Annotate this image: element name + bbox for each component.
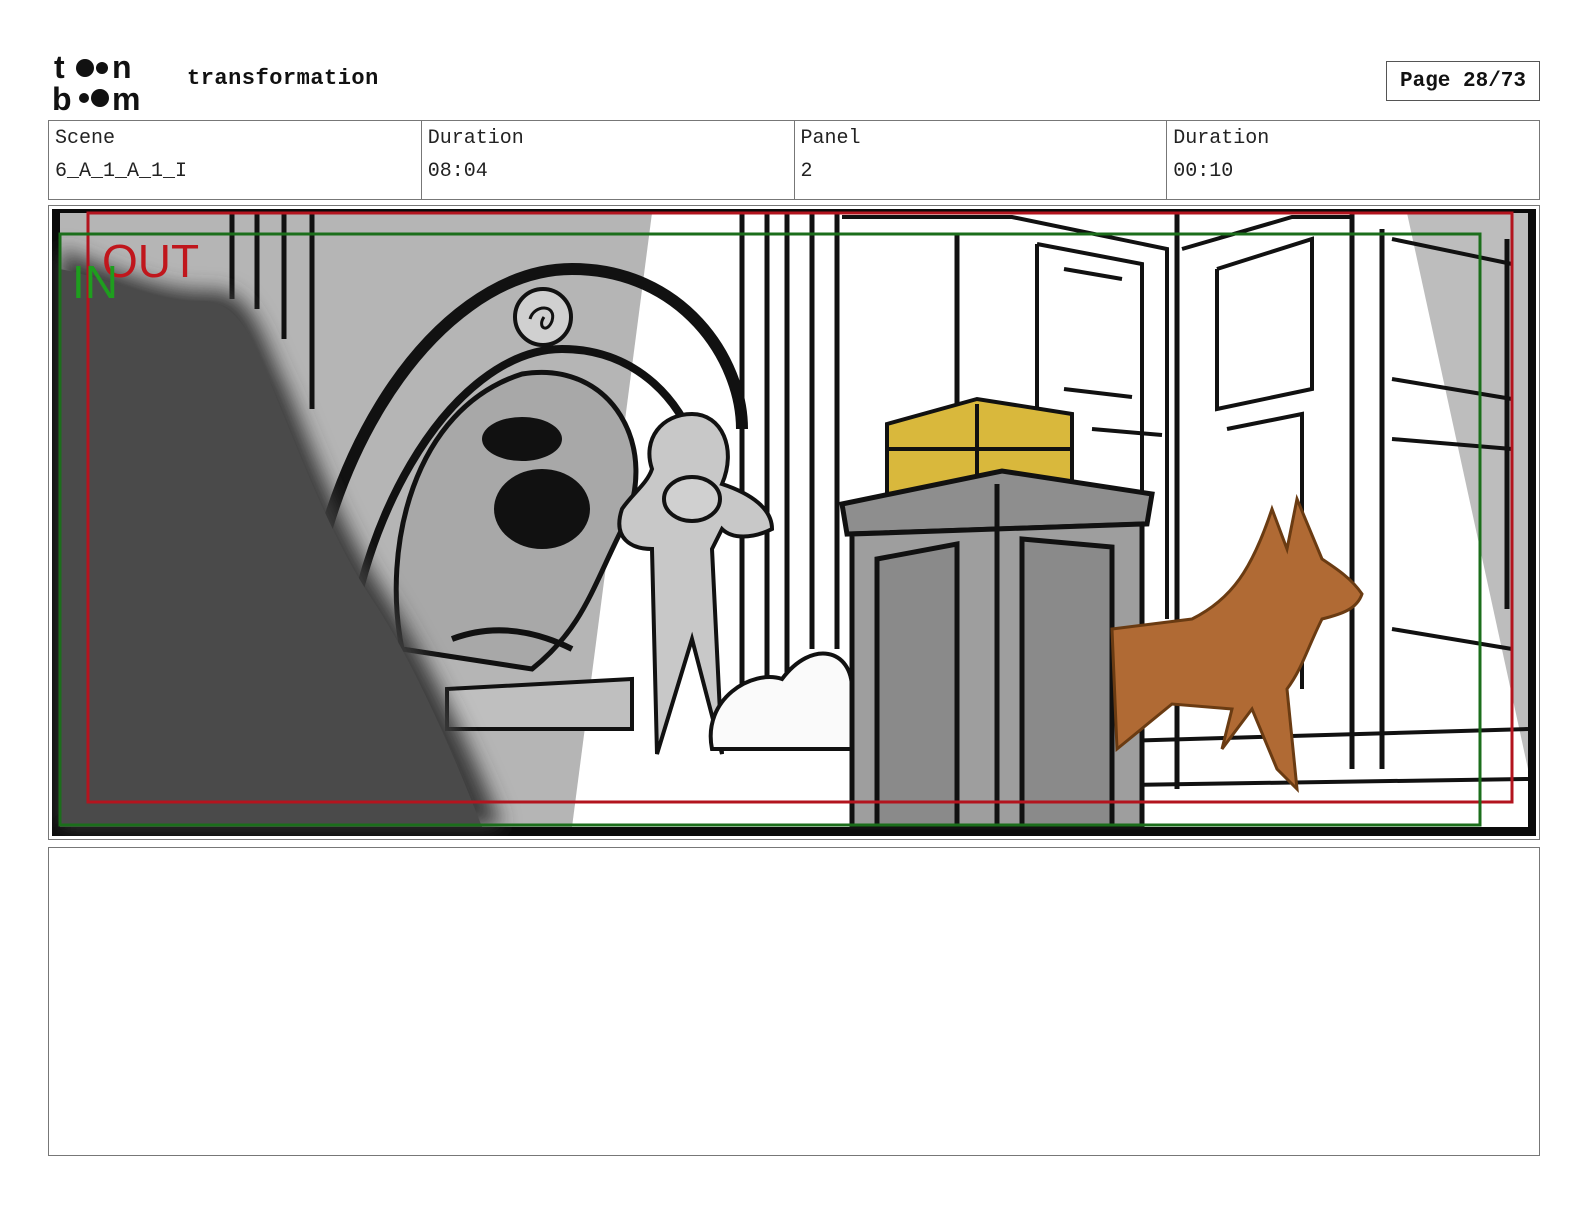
storyboard-panel-image: OUT IN <box>52 209 1536 836</box>
panel-label: Panel <box>800 127 861 150</box>
panel-cell: Panel 2 <box>795 121 1168 199</box>
svg-text:t: t <box>54 50 65 85</box>
panel-duration-cell: Duration 00:10 <box>1167 121 1539 199</box>
scene-duration-cell: Duration 08:04 <box>422 121 795 199</box>
in-label: IN <box>72 256 118 308</box>
scene-duration-label: Duration <box>427 127 524 150</box>
panel-duration-value: 00:10 <box>1173 160 1234 183</box>
project-title: transformation <box>187 66 379 91</box>
panel-duration-label: Duration <box>1173 127 1270 150</box>
scene-cell: Scene 6_A_1_A_1_I <box>49 121 422 199</box>
svg-text:m: m <box>112 81 140 112</box>
panel-value: 2 <box>800 160 813 183</box>
panel-info-table: Scene 6_A_1_A_1_I Duration 08:04 Panel 2… <box>48 120 1540 200</box>
svg-text:b: b <box>52 81 72 112</box>
scene-label: Scene <box>55 127 116 150</box>
svg-text:n: n <box>112 50 132 85</box>
panel-notes-box[interactable] <box>48 847 1540 1156</box>
toon-boom-logo: t n b m <box>52 50 140 112</box>
scene-value: 6_A_1_A_1_I <box>55 160 188 183</box>
page-indicator: Page 28/73 <box>1386 61 1540 101</box>
scene-duration-value: 08:04 <box>427 160 488 183</box>
